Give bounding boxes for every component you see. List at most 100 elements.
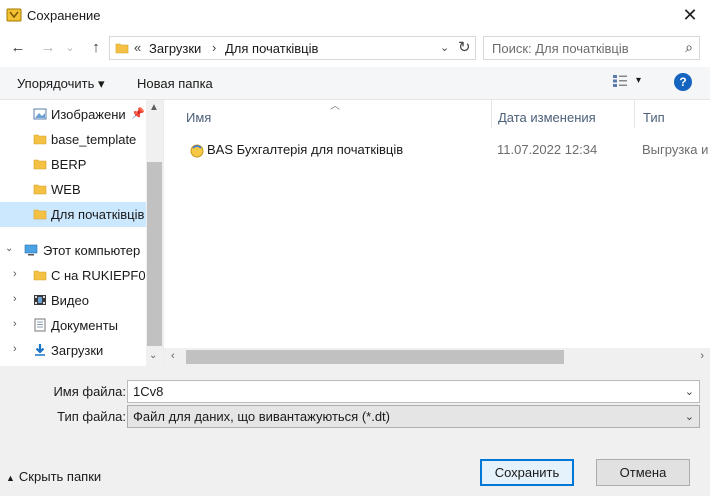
- sidebar-item-label: Загрузки: [51, 343, 104, 358]
- organize-button[interactable]: Упорядочить ▾: [17, 76, 105, 92]
- sidebar-item-label: BERP: [51, 157, 87, 172]
- hide-folders-label: Скрыть папки: [18, 469, 102, 484]
- sidebar-item-web[interactable]: WEB: [0, 177, 146, 202]
- breadcrumb-current[interactable]: Для початківців: [225, 41, 318, 56]
- chevron-right-icon[interactable]: ›: [13, 268, 17, 280]
- pictures-icon: [33, 108, 47, 120]
- computer-icon: [24, 244, 38, 256]
- sidebar-item-berp[interactable]: BERP: [0, 152, 146, 177]
- download-icon: [35, 344, 45, 356]
- cancel-button[interactable]: Отмена: [596, 459, 690, 486]
- sidebar-item-label: Документы: [51, 318, 119, 333]
- breadcrumb-downloads[interactable]: Загрузки: [149, 41, 201, 56]
- title-bar: Сохранение ✕: [0, 0, 710, 30]
- search-icon: ⌕: [685, 39, 693, 55]
- breadcrumb-overflow[interactable]: «: [134, 40, 141, 55]
- view-dropdown-icon[interactable]: ▾: [636, 75, 641, 86]
- chevron-right-icon[interactable]: ›: [13, 343, 17, 355]
- pin-icon[interactable]: 📌: [131, 107, 145, 120]
- filename-input[interactable]: 1Cv8: [133, 384, 163, 399]
- column-header-date[interactable]: Дата изменения: [492, 100, 634, 134]
- sidebar-item-this-pc[interactable]: ⌄ Этот компьютер: [0, 238, 146, 263]
- chevron-down-icon[interactable]: ⌄: [685, 385, 694, 398]
- sidebar-item-label: Этот компьютер: [43, 243, 141, 258]
- search-input[interactable]: Поиск: Для початківців: [492, 41, 629, 56]
- column-header-name[interactable]: Имя: [164, 100, 490, 134]
- scrollbar-thumb[interactable]: [147, 162, 162, 346]
- sidebar-item-label: Для початківців: [51, 207, 145, 222]
- sidebar-item-documents[interactable]: › Документы: [0, 313, 146, 338]
- back-button[interactable]: ←: [8, 37, 28, 57]
- forward-button[interactable]: →: [38, 37, 58, 57]
- filename-field[interactable]: 1Cv8 ⌄: [127, 380, 700, 403]
- scrollbar-thumb[interactable]: [186, 350, 564, 364]
- folder-icon: [33, 209, 47, 220]
- hide-folders-button[interactable]: ▲ Скрыть папки: [6, 469, 101, 484]
- sidebar-item-label: Изображени: [51, 107, 126, 122]
- close-button[interactable]: ✕: [670, 0, 710, 30]
- sidebar-item-label: base_template: [51, 132, 137, 147]
- scroll-right-icon[interactable]: ›: [700, 350, 704, 362]
- view-options-icon[interactable]: [612, 74, 628, 88]
- navigation-pane: Изображени 📌 base_template BERP WEB Для …: [0, 100, 164, 366]
- table-row[interactable]: BAS Бухгалтерія для початківців 11.07.20…: [182, 138, 710, 160]
- sidebar-item-videos[interactable]: › Видео: [0, 288, 146, 313]
- filetype-label: Тип файла:: [57, 409, 126, 424]
- save-form: Имя файла: 1Cv8 ⌄ Тип файла: Файл для да…: [0, 366, 710, 496]
- column-header-label: Дата изменения: [498, 110, 596, 125]
- scroll-left-icon[interactable]: ‹: [171, 350, 175, 362]
- scroll-down-icon[interactable]: ⌄: [149, 350, 157, 361]
- column-header-label: Тип: [643, 110, 665, 125]
- file-type: Выгрузка и: [642, 142, 709, 157]
- address-dropdown-icon[interactable]: ⌄: [440, 41, 449, 54]
- sidebar-item-base-template[interactable]: base_template: [0, 127, 146, 152]
- sidebar-scrollbar[interactable]: ▲ ⌄: [146, 100, 163, 366]
- sidebar-item-downloads[interactable]: › Загрузки: [0, 338, 146, 363]
- navigation-bar: ← → ⌄ ↑ « Загрузки › Для початківців ⌄ ↻…: [0, 33, 710, 63]
- folder-icon: [33, 184, 47, 195]
- recent-locations-button[interactable]: ⌄: [60, 37, 80, 57]
- arrow-right-icon: →: [40, 38, 56, 56]
- file-list: ︿ Имя Дата изменения Тип BAS Бухгалтерія…: [164, 100, 710, 366]
- filetype-value: Файл для даних, що вивантажуються (*.dt): [133, 409, 390, 424]
- refresh-icon[interactable]: ↻: [458, 38, 471, 56]
- breadcrumb-separator-icon: ›: [212, 40, 217, 55]
- help-button[interactable]: ?: [674, 73, 692, 91]
- documents-icon: [34, 318, 46, 332]
- column-header-label: Имя: [186, 110, 212, 125]
- close-icon: ✕: [682, 4, 698, 25]
- drive-icon: [33, 270, 47, 281]
- file-name: BAS Бухгалтерія для початківців: [207, 142, 404, 157]
- 1c-file-icon: [190, 144, 204, 158]
- up-button[interactable]: ↑: [86, 37, 106, 57]
- column-header-type[interactable]: Тип: [635, 100, 710, 134]
- folder-icon: [33, 159, 47, 170]
- chevron-down-icon: ⌄: [65, 41, 75, 54]
- sidebar-item-pictures[interactable]: Изображени 📌: [0, 102, 146, 127]
- sidebar-item-label: C на RUKIEPF0Y: [51, 268, 155, 283]
- scroll-up-icon[interactable]: ▲: [149, 102, 159, 113]
- save-button[interactable]: Сохранить: [480, 459, 574, 486]
- window-title: Сохранение: [27, 8, 101, 23]
- sidebar-item-drive-c[interactable]: › C на RUKIEPF0Y: [0, 263, 154, 288]
- sidebar-item-label: Видео: [51, 293, 89, 308]
- chevron-down-icon[interactable]: ⌄: [5, 243, 13, 254]
- folder-icon: [33, 134, 47, 145]
- sidebar-item-beginners[interactable]: Для початківців: [0, 202, 146, 227]
- search-box[interactable]: Поиск: Для початківців ⌕: [483, 36, 700, 60]
- chevron-up-icon: ▲: [6, 473, 15, 483]
- horizontal-scrollbar[interactable]: ‹ ›: [164, 348, 710, 366]
- address-bar[interactable]: « Загрузки › Для початківців ⌄ ↻: [109, 36, 476, 60]
- chevron-right-icon[interactable]: ›: [13, 318, 17, 330]
- app-icon: [6, 8, 22, 22]
- chevron-right-icon[interactable]: ›: [13, 293, 17, 305]
- arrow-left-icon: ←: [10, 38, 26, 56]
- video-icon: [34, 295, 46, 305]
- chevron-down-icon[interactable]: ⌄: [685, 410, 694, 423]
- folder-icon: [115, 43, 129, 54]
- new-folder-button[interactable]: Новая папка: [137, 76, 213, 91]
- sidebar-item-label: WEB: [51, 182, 81, 197]
- command-toolbar: Упорядочить ▾ Новая папка ▾ ?: [0, 67, 710, 100]
- filetype-select[interactable]: Файл для даних, що вивантажуються (*.dt)…: [127, 405, 700, 428]
- file-date: 11.07.2022 12:34: [497, 142, 598, 157]
